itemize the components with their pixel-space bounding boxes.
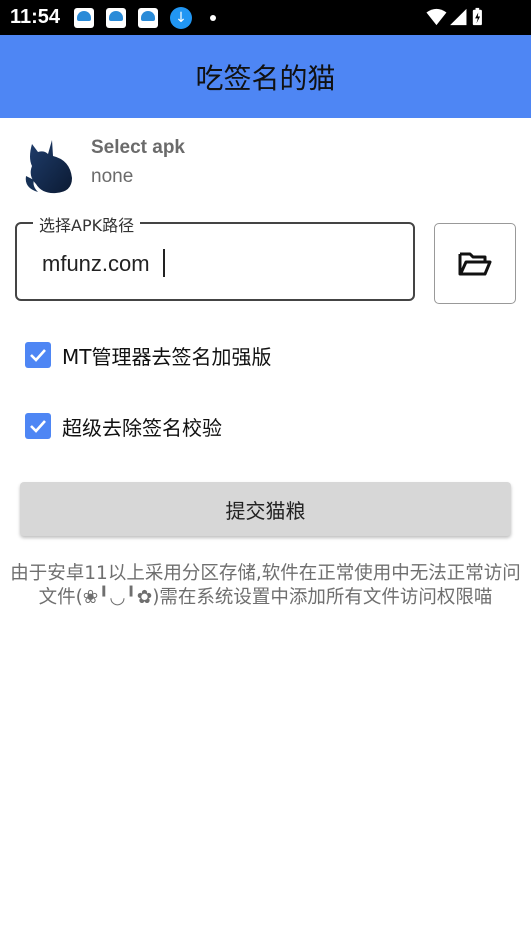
text-cursor [163, 249, 165, 277]
submit-button[interactable]: 提交猫粮 [20, 482, 511, 536]
checkbox-super-remove[interactable] [25, 413, 51, 439]
download-icon: ↓ [170, 7, 192, 29]
checkmark-icon [30, 349, 46, 362]
folder-open-icon [458, 252, 492, 275]
notification-app-icon [74, 8, 94, 28]
option-mt-manager[interactable]: MT管理器去签名加强版 [25, 341, 271, 369]
browse-folder-button[interactable] [434, 223, 516, 304]
apk-path-label: 选择APK路径 [33, 212, 141, 236]
app-bar: 吃签名的猫 [0, 35, 531, 118]
wifi-icon [426, 8, 447, 26]
app-title: 吃签名的猫 [195, 61, 336, 95]
checkbox-mt-manager[interactable] [25, 342, 51, 368]
status-time: 11:54 [10, 6, 61, 28]
selected-apk-value: none [91, 166, 134, 187]
more-notifications-icon [210, 15, 216, 21]
select-apk-title: Select apk [91, 137, 185, 158]
notification-app-icon [106, 8, 126, 28]
status-bar: 11:54 ↓ [0, 0, 531, 35]
apk-path-input[interactable] [42, 249, 382, 279]
option-mt-manager-label: MT管理器去签名加强版 [62, 344, 272, 369]
system-status-icons [426, 7, 482, 26]
signal-icon [450, 8, 467, 26]
checkmark-icon [30, 420, 46, 433]
option-super-remove[interactable]: 超级去除签名校验 [25, 412, 222, 440]
cat-logo-icon [25, 140, 72, 194]
option-super-remove-label: 超级去除签名校验 [62, 415, 222, 440]
submit-label: 提交猫粮 [225, 498, 306, 523]
permission-notice: 由于安卓11以上采用分区存储,软件在正常使用中无法正常访问文件(❀╹◡╹✿)需在… [10, 563, 521, 608]
notification-app-icon [138, 8, 158, 28]
apk-path-field[interactable]: 选择APK路径 [15, 212, 415, 301]
